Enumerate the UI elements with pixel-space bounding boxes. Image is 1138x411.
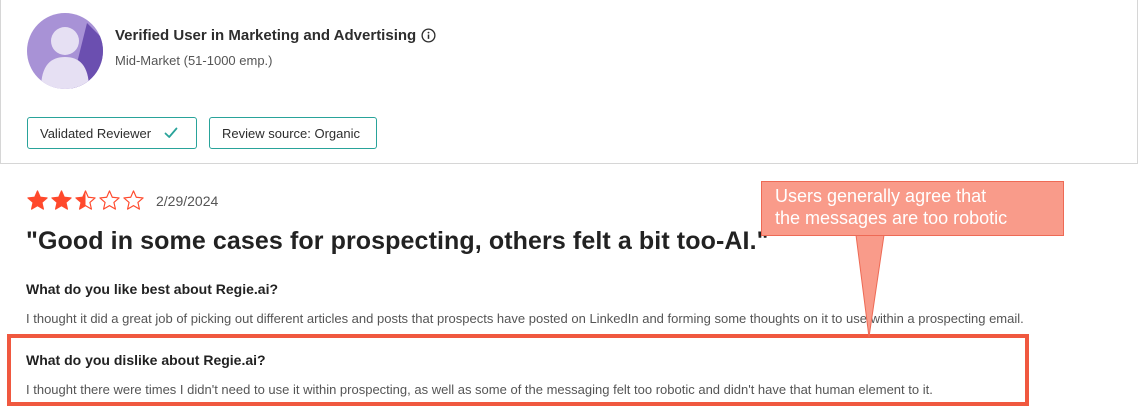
info-icon[interactable] [421,28,436,43]
review-source-badge[interactable]: Review source: Organic [209,117,377,149]
validated-reviewer-badge[interactable]: Validated Reviewer [27,117,197,149]
checkmark-icon [164,127,178,138]
callout-line-1: Users generally agree that [775,186,987,206]
reviewer-card: Verified User in Marketing and Advertisi… [0,0,1138,164]
question-like-best: What do you like best about Regie.ai? [26,281,279,297]
star-empty-icon [123,190,144,210]
validated-reviewer-label: Validated Reviewer [40,125,152,141]
user-avatar-icon [27,13,103,89]
star-half-icon [75,190,96,210]
review-date: 2/29/2024 [156,193,219,209]
callout-pointer [855,234,885,338]
reviewer-name-text: Verified User in Marketing and Advertisi… [115,27,417,44]
highlight-box [7,334,1029,406]
star-empty-icon [99,190,120,210]
reviewer-segment: Mid-Market (51-1000 emp.) [115,53,273,68]
star-full-icon [27,190,48,210]
callout-line-2: the messages are too robotic [775,208,1008,228]
review-title: "Good in some cases for prospecting, oth… [26,227,769,255]
star-rating [26,189,145,212]
reviewer-name: Verified User in Marketing and Advertisi… [115,27,436,44]
star-full-icon [51,190,72,210]
review-source-label: Review source: Organic [222,125,360,141]
annotation-callout: Users generally agree that the messages … [761,181,1064,236]
